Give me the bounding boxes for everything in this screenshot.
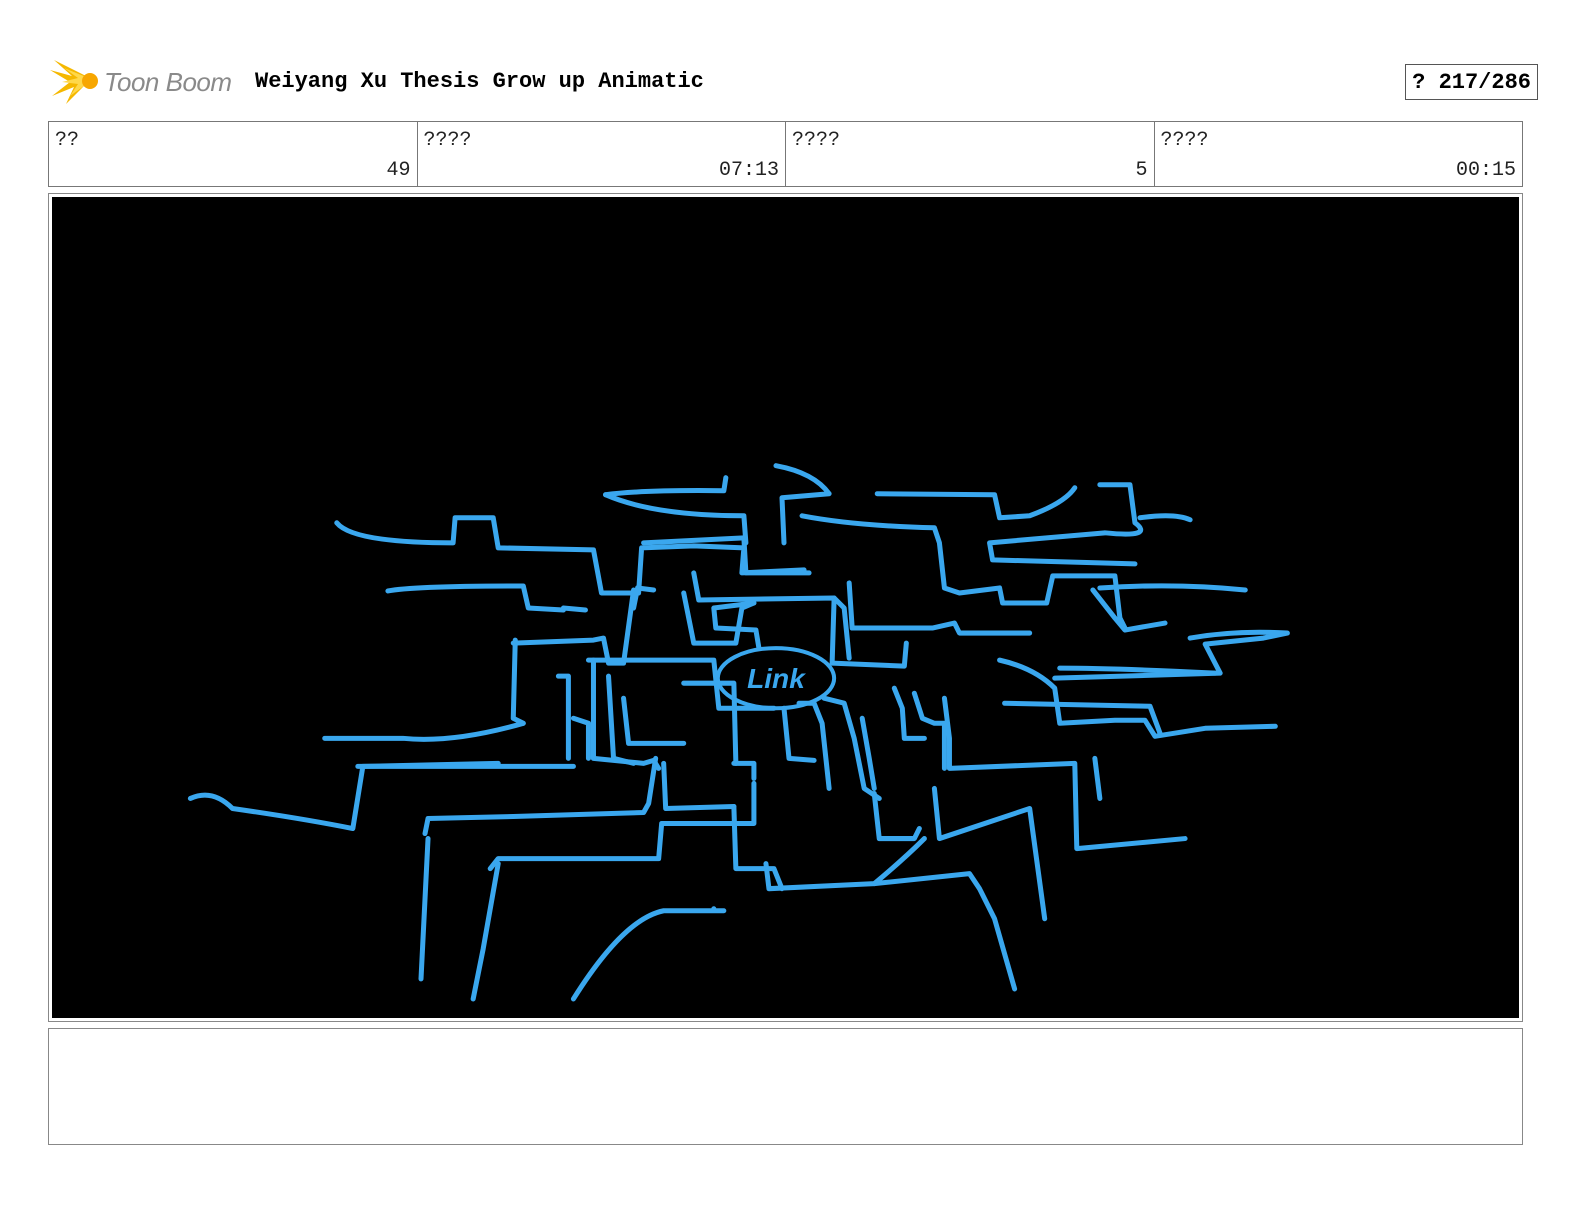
info-label: ????: [1160, 129, 1209, 152]
info-value: 49: [386, 159, 411, 182]
info-cell-panel: ???? 5: [786, 122, 1155, 186]
info-value: 00:15: [1455, 159, 1516, 182]
storyboard-header: Toon Boom Weiyang Xu Thesis Grow up Anim…: [50, 56, 1538, 106]
info-cell-panel-duration: ???? 00:15: [1155, 122, 1523, 186]
info-value: 07:13: [718, 159, 779, 182]
info-cell-scene-duration: ???? 07:13: [418, 122, 786, 186]
info-label: ????: [423, 129, 472, 152]
panel-drawing: Link: [52, 197, 1519, 1018]
info-label: ????: [792, 129, 841, 152]
maze-sketch: Link: [187, 463, 1290, 1002]
project-title: Weiyang Xu Thesis Grow up Animatic: [255, 69, 704, 94]
page-counter: ? 217/286: [1405, 64, 1538, 100]
info-value: 5: [1135, 159, 1148, 182]
logo-text: Toon Boom: [104, 67, 232, 97]
info-label: ??: [55, 129, 80, 152]
maze-center-label: Link: [747, 663, 806, 694]
toon-boom-logo: Toon Boom: [50, 56, 240, 106]
storyboard-panel: Link: [48, 193, 1523, 1022]
panel-notes-box: [48, 1028, 1523, 1145]
toon-boom-starburst-icon: [50, 60, 98, 104]
shot-info-row: ?? 49 ???? 07:13 ???? 5 ???? 00:15: [48, 121, 1523, 187]
info-cell-scene: ?? 49: [49, 122, 418, 186]
